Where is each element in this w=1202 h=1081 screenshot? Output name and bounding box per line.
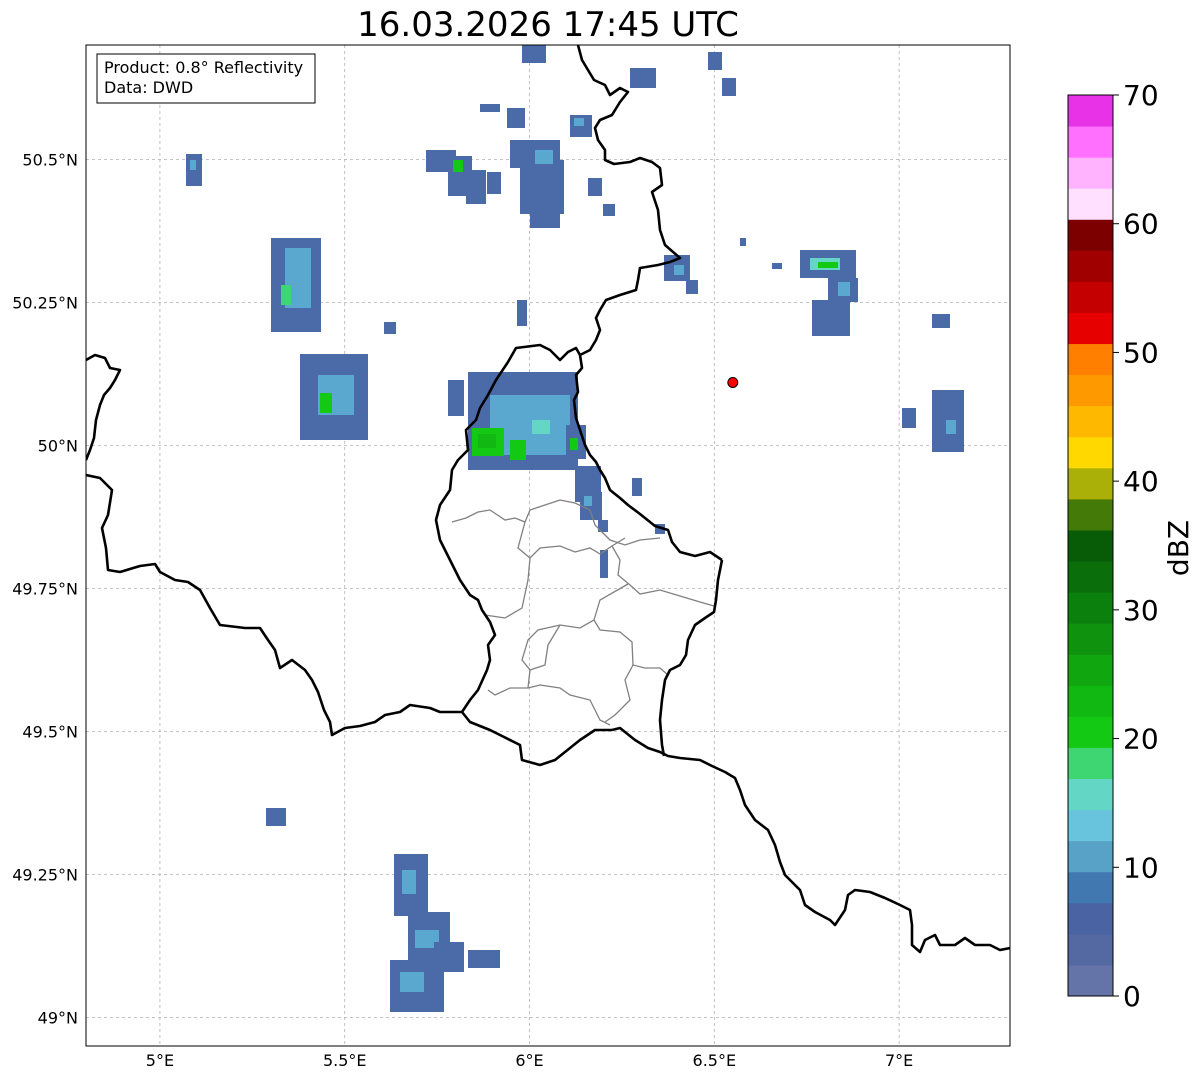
lon-tick-label: 7°E bbox=[885, 1051, 913, 1070]
lon-tick-label: 5.5°E bbox=[323, 1051, 367, 1070]
radar-map: 5°E 5.5°E 6°E 6.5°E 7°E 49°N 49.25°N 49.5°N 49.… bbox=[12, 44, 1195, 1070]
latitude-tick-labels: 49°N 49.25°N 49.5°N 49.75°N 50°N 50.25°N 50.5°… bbox=[12, 150, 78, 1027]
colorbar: 0 10 20 30 40 50 60 70 dBZ bbox=[1067, 79, 1195, 1013]
lat-tick-label: 50°N bbox=[38, 436, 78, 455]
echo-cluster-east bbox=[664, 238, 964, 452]
admin-borders bbox=[451, 499, 715, 726]
colorbar-segment bbox=[1068, 716, 1113, 748]
lat-tick-label: 49.75°N bbox=[12, 579, 78, 598]
colorbar-segment bbox=[1068, 405, 1113, 438]
colorbar-segment bbox=[1068, 343, 1113, 376]
colorbar-segment bbox=[1068, 95, 1113, 127]
info-data-source: Data: DWD bbox=[104, 78, 193, 97]
border-luxembourg bbox=[658, 559, 724, 757]
colorbar-segment bbox=[1068, 871, 1113, 904]
lon-tick-label: 5°E bbox=[146, 1051, 174, 1070]
colorbar-segment bbox=[1068, 188, 1113, 220]
colorbar-segment bbox=[1068, 933, 1113, 966]
colorbar-segment bbox=[1068, 592, 1113, 624]
colorbar-segment bbox=[1068, 902, 1113, 935]
colorbar-tick-label: 40 bbox=[1123, 465, 1159, 498]
colorbar-segment bbox=[1068, 809, 1113, 842]
colorbar-segment bbox=[1068, 436, 1113, 469]
colorbar-segment bbox=[1068, 840, 1113, 873]
colorbar-tick-label: 60 bbox=[1123, 208, 1159, 241]
border-nl-belgium bbox=[86, 353, 122, 461]
colorbar-segment bbox=[1068, 250, 1113, 282]
info-box: Product: 0.8° Reflectivity Data: DWD bbox=[96, 53, 316, 104]
lat-tick-label: 49.25°N bbox=[12, 865, 78, 884]
radar-echoes bbox=[186, 45, 964, 1012]
colorbar-tick-label: 30 bbox=[1123, 594, 1159, 627]
colorbar-label: dBZ bbox=[1162, 520, 1195, 576]
colorbar-segment bbox=[1068, 561, 1113, 593]
colorbar-segment bbox=[1068, 747, 1113, 780]
colorbar-tick-labels: 0 10 20 30 40 50 60 70 bbox=[1113, 79, 1159, 1013]
colorbar-segment bbox=[1068, 498, 1113, 531]
colorbar-segment bbox=[1068, 623, 1113, 655]
echo-cluster-central bbox=[448, 372, 665, 578]
lat-tick-label: 49°N bbox=[38, 1008, 78, 1027]
colorbar-segments bbox=[1068, 95, 1113, 997]
colorbar-segment bbox=[1068, 219, 1113, 251]
colorbar-segment bbox=[1068, 281, 1113, 313]
border-france-belgium bbox=[86, 473, 462, 737]
border-france-germany bbox=[611, 726, 1010, 954]
lat-tick-label: 49.5°N bbox=[22, 722, 78, 741]
colorbar-tick-label: 50 bbox=[1123, 336, 1159, 369]
colorbar-tick-label: 10 bbox=[1123, 851, 1159, 884]
echo-cluster-north bbox=[426, 45, 736, 228]
longitude-tick-labels: 5°E 5.5°E 6°E 6.5°E 7°E bbox=[146, 1051, 913, 1070]
colorbar-segment bbox=[1068, 778, 1113, 811]
lat-tick-label: 50.5°N bbox=[22, 150, 78, 169]
lon-tick-label: 6°E bbox=[515, 1051, 543, 1070]
colorbar-tick-label: 20 bbox=[1123, 723, 1159, 756]
colorbar-segment bbox=[1068, 467, 1113, 500]
info-product: Product: 0.8° Reflectivity bbox=[104, 58, 303, 77]
colorbar-segment bbox=[1068, 654, 1113, 686]
colorbar-segment bbox=[1068, 126, 1113, 158]
lon-tick-label: 6.5°E bbox=[693, 1051, 737, 1070]
radar-site-marker bbox=[727, 376, 739, 388]
colorbar-tick-label: 0 bbox=[1123, 980, 1141, 1013]
colorbar-tick-label: 70 bbox=[1123, 79, 1159, 112]
colorbar-segment bbox=[1068, 312, 1113, 345]
colorbar-segment bbox=[1068, 685, 1113, 717]
lat-tick-label: 50.25°N bbox=[12, 293, 78, 312]
colorbar-segment bbox=[1068, 964, 1113, 997]
colorbar-segment bbox=[1068, 374, 1113, 407]
colorbar-segment bbox=[1068, 157, 1113, 189]
colorbar-segment bbox=[1068, 529, 1113, 562]
echo-cluster-south bbox=[266, 808, 500, 1012]
